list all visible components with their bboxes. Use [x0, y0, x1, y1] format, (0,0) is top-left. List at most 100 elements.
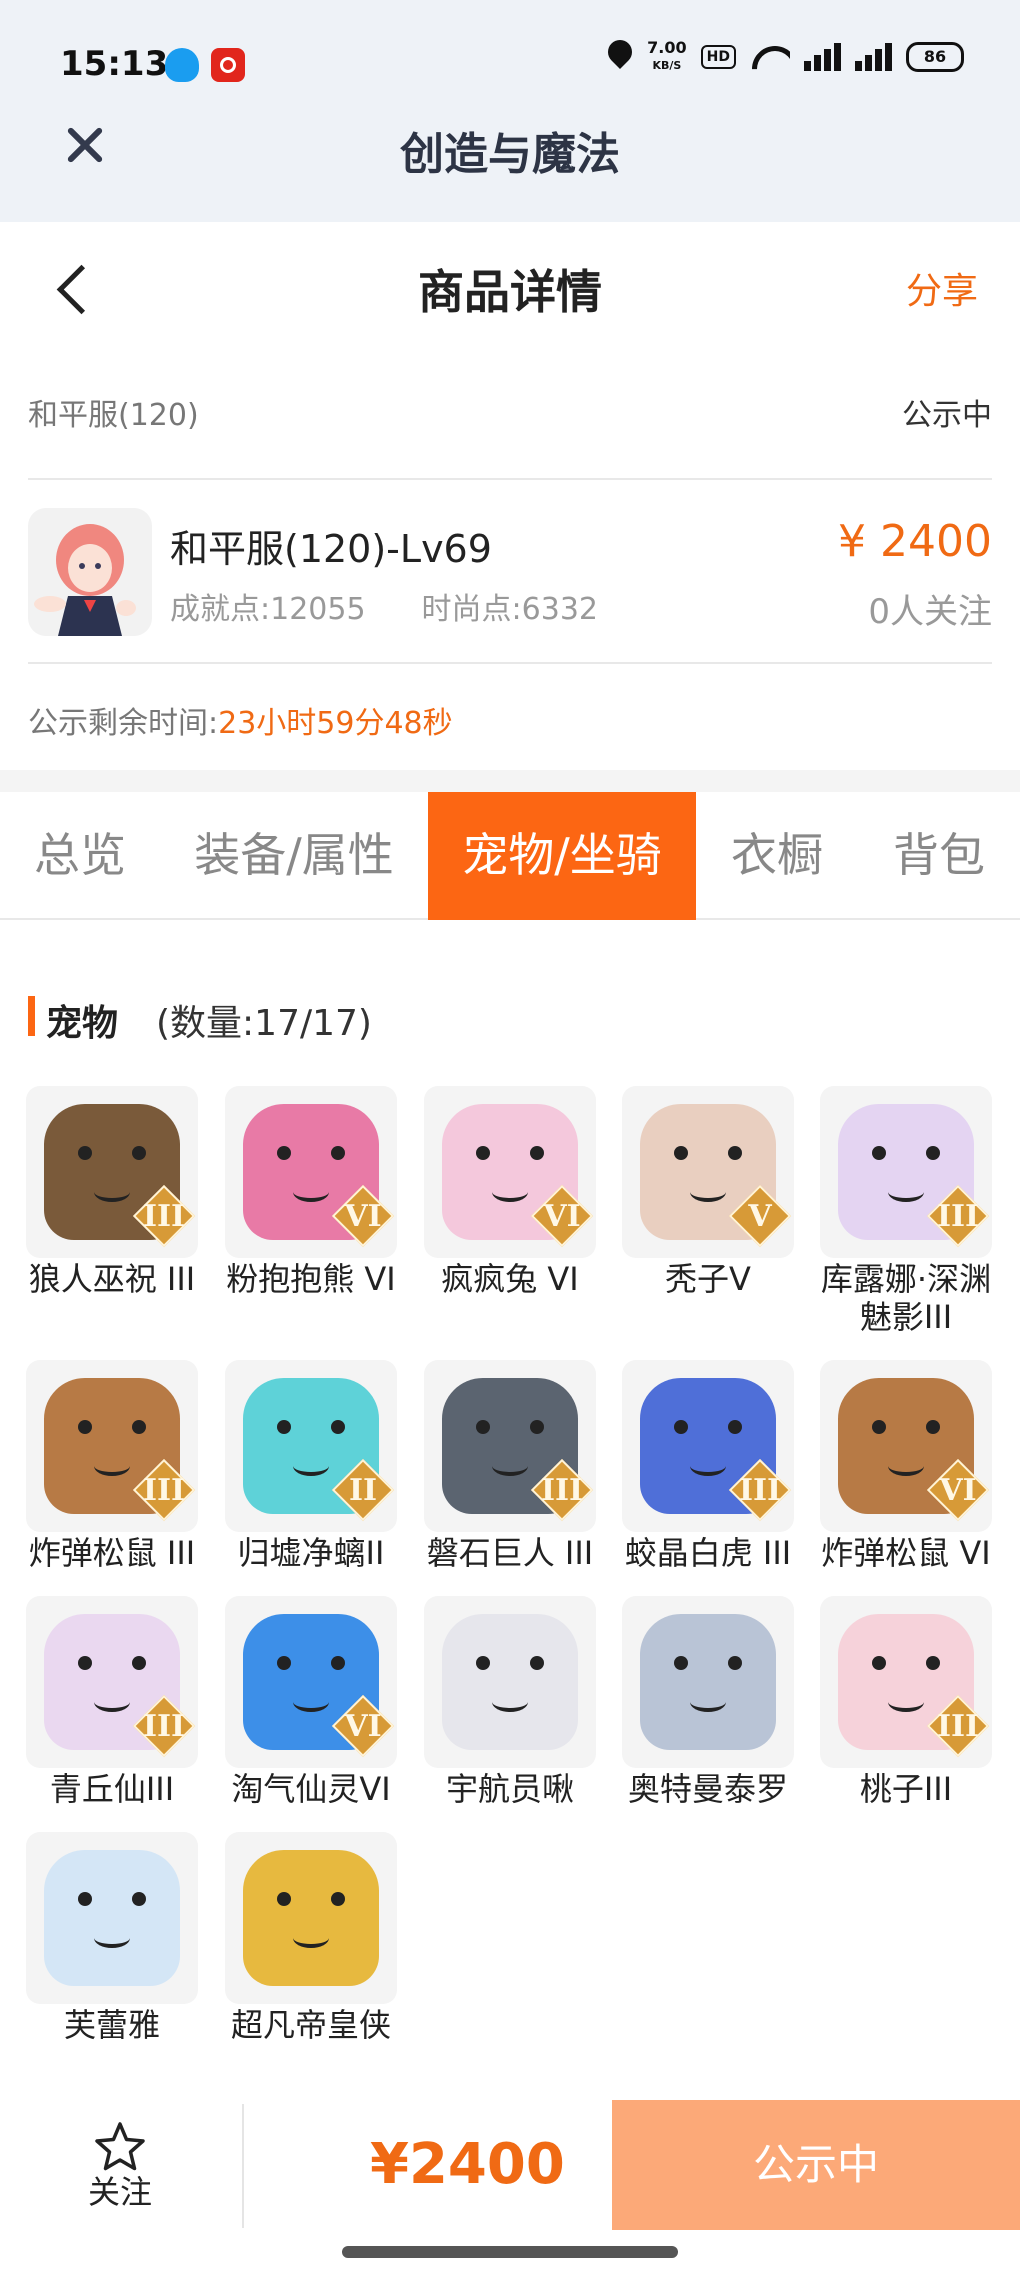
- pet-card[interactable]: V 秃子V: [622, 1086, 794, 1298]
- pet-rank: III: [936, 1709, 980, 1744]
- item-price: ¥ 2400: [838, 516, 992, 567]
- pets-section-count: (数量:17/17): [156, 1003, 372, 1044]
- pet-card[interactable]: II 归墟净螭II: [225, 1360, 397, 1572]
- pet-name: 淘气仙灵VI: [231, 1770, 391, 1808]
- pet-name: 粉抱抱熊 VI: [226, 1260, 396, 1298]
- app-red-icon: [211, 48, 245, 82]
- pet-rank: VI: [344, 1199, 382, 1234]
- wifi-icon: [750, 42, 790, 72]
- pet-image: [44, 1850, 180, 1986]
- speed-unit: KB/S: [652, 59, 682, 72]
- pet-card[interactable]: III 磐石巨人 III: [424, 1360, 596, 1572]
- pet-card[interactable]: 奥特曼泰罗: [622, 1596, 794, 1808]
- pet-thumbnail: VI: [225, 1086, 397, 1258]
- pet-card[interactable]: III 青丘仙III: [26, 1596, 198, 1808]
- pet-name: 桃子III: [859, 1770, 953, 1808]
- pet-rank: III: [540, 1473, 584, 1508]
- pet-image: [442, 1614, 578, 1750]
- tab-pets-mounts[interactable]: 宠物/坐骑: [428, 792, 696, 920]
- item-summary[interactable]: 和平服(120)-Lv69 成就点:12055 时尚点:6332 ¥ 2400 0…: [28, 508, 992, 638]
- server-status: 公示中: [902, 398, 992, 433]
- pet-card[interactable]: VI 疯疯兔 VI: [424, 1086, 596, 1298]
- pet-thumbnail: [424, 1596, 596, 1768]
- tab-backpack[interactable]: 背包: [858, 792, 1020, 920]
- home-indicator[interactable]: [342, 2246, 678, 2258]
- signal-icon: [804, 43, 841, 71]
- pet-name: 狼人巫祝 III: [28, 1260, 196, 1298]
- status-time: 15:13: [60, 44, 169, 84]
- follow-label: 关注: [87, 2173, 152, 2211]
- pet-name: 奥特曼泰罗: [627, 1770, 788, 1808]
- pet-name: 宇航员啾: [445, 1770, 574, 1808]
- publicity-status-button[interactable]: 公示中: [612, 2100, 1020, 2230]
- pet-card[interactable]: VI 炸弹松鼠 VI: [820, 1360, 992, 1572]
- remaining-label: 公示剩余时间:: [28, 706, 219, 741]
- fashion-points: 时尚点:6332: [421, 592, 599, 627]
- tab-overview[interactable]: 总览: [0, 792, 160, 920]
- pet-card[interactable]: 超凡帝皇侠: [225, 1832, 397, 2044]
- qq-icon: [165, 48, 199, 82]
- pet-card[interactable]: 宇航员啾: [424, 1596, 596, 1808]
- item-followers: 0人关注: [868, 592, 992, 632]
- pet-name: 炸弹松鼠 III: [28, 1534, 196, 1572]
- pet-card[interactable]: III 库露娜·深渊魅影III: [820, 1086, 992, 1336]
- pet-thumbnail: III: [26, 1086, 198, 1258]
- pet-name: 秃子V: [665, 1260, 751, 1298]
- divider: [28, 662, 992, 664]
- pet-card[interactable]: VI 粉抱抱熊 VI: [225, 1086, 397, 1298]
- pet-name: 磐石巨人 III: [426, 1534, 594, 1572]
- server-name: 和平服(120): [28, 398, 199, 433]
- hd-icon: HD: [700, 45, 736, 69]
- tab-wardrobe[interactable]: 衣橱: [696, 792, 858, 920]
- pet-rank: VI: [543, 1199, 581, 1234]
- pet-thumbnail: III: [26, 1360, 198, 1532]
- app-title: 创造与魔法: [400, 129, 620, 180]
- item-name: 和平服(120)-Lv69: [170, 527, 492, 571]
- speed-value: 7.00: [647, 38, 687, 57]
- pet-thumbnail: VI: [820, 1360, 992, 1532]
- pet-rank: III: [738, 1473, 782, 1508]
- pet-rank: V: [748, 1199, 772, 1234]
- pet-image: [243, 1850, 379, 1986]
- page-title: 商品详情: [418, 265, 602, 319]
- pet-image: [640, 1614, 776, 1750]
- pet-card[interactable]: III 狼人巫祝 III: [26, 1086, 198, 1298]
- section-accent-bar: [28, 996, 35, 1036]
- pet-thumbnail: VI: [424, 1086, 596, 1258]
- pet-thumbnail: [225, 1832, 397, 2004]
- pet-name: 超凡帝皇侠: [230, 2006, 391, 2044]
- pet-card[interactable]: VI 淘气仙灵VI: [225, 1596, 397, 1808]
- item-stats: 成就点:12055 时尚点:6332: [170, 584, 598, 628]
- pet-thumbnail: III: [820, 1086, 992, 1258]
- pet-rank: VI: [344, 1709, 382, 1744]
- tab-equipment[interactable]: 装备/属性: [160, 792, 428, 920]
- signal-icon: [855, 43, 892, 71]
- section-gap: [0, 770, 1020, 792]
- pet-card[interactable]: 芙蕾雅: [26, 1832, 198, 2044]
- pet-name: 芙蕾雅: [63, 2006, 160, 2044]
- detail-tabs: 总览 装备/属性 宠物/坐骑 衣橱 背包: [0, 792, 1020, 920]
- pet-thumbnail: III: [424, 1360, 596, 1532]
- pet-name: 青丘仙III: [49, 1770, 175, 1808]
- pet-card[interactable]: III 蛟晶白虎 III: [622, 1360, 794, 1572]
- pet-thumbnail: VI: [225, 1596, 397, 1768]
- pet-thumbnail: II: [225, 1360, 397, 1532]
- battery-icon: 86: [906, 42, 964, 72]
- pet-card[interactable]: III 桃子III: [820, 1596, 992, 1808]
- pet-rank: VI: [939, 1473, 977, 1508]
- share-button[interactable]: 分享: [906, 262, 978, 314]
- pet-rank: III: [142, 1199, 186, 1234]
- pet-thumbnail: [622, 1596, 794, 1768]
- pet-thumbnail: V: [622, 1086, 794, 1258]
- character-avatar: [28, 508, 152, 636]
- pet-rank: II: [348, 1473, 378, 1508]
- location-icon: [607, 40, 633, 74]
- divider: [28, 478, 992, 480]
- pet-rank: III: [142, 1473, 186, 1508]
- pet-card[interactable]: III 炸弹松鼠 III: [26, 1360, 198, 1572]
- pet-rank: III: [142, 1709, 186, 1744]
- bottom-divider: [242, 2104, 244, 2228]
- follow-button[interactable]: 关注: [60, 2120, 180, 2220]
- bottom-price: ¥2400: [370, 2132, 565, 2197]
- pets-section-label: 宠物: [46, 1003, 119, 1044]
